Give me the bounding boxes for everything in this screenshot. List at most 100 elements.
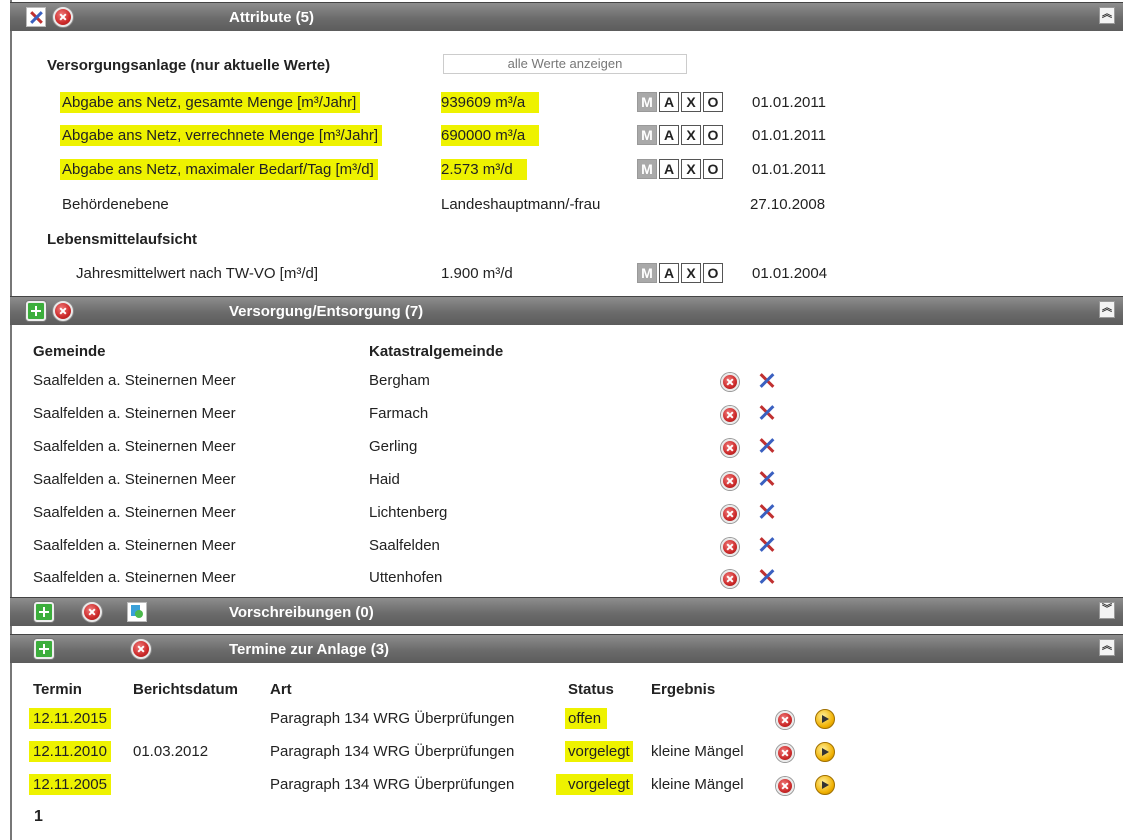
tools-icon[interactable] xyxy=(26,7,46,27)
delete-icon[interactable] xyxy=(53,7,73,27)
table-cell-termin: 12.11.2015 xyxy=(29,708,111,729)
versorgung-header-bar: Versorgung/Entsorgung (7) ︽ xyxy=(10,296,1123,325)
table-cell-gemeinde: Saalfelden a. Steinernen Meer xyxy=(33,438,236,455)
delete-icon[interactable] xyxy=(721,406,739,424)
delete-icon[interactable] xyxy=(721,472,739,490)
maxo-a-button[interactable]: A xyxy=(659,92,679,112)
add-icon[interactable] xyxy=(26,301,46,321)
table-cell-art: Paragraph 134 WRG Überprüfungen xyxy=(270,710,515,727)
maxo-x-button[interactable]: X xyxy=(681,125,701,145)
table-cell-ergebnis: kleine Mängel xyxy=(651,776,744,793)
tools-icon[interactable] xyxy=(757,502,777,522)
maxo-x-button[interactable]: X xyxy=(681,92,701,112)
delete-icon[interactable] xyxy=(721,373,739,391)
table-cell-gemeinde: Saalfelden a. Steinernen Meer xyxy=(33,537,236,554)
column-header-berichtsdatum: Berichtsdatum xyxy=(133,681,239,698)
attribute-value: Landeshauptmann/-frau xyxy=(441,196,601,213)
table-cell-katastralgemeinde: Uttenhofen xyxy=(369,569,443,586)
maxo-o-button[interactable]: O xyxy=(703,159,723,179)
maxo-o-button[interactable]: O xyxy=(703,92,723,112)
delete-icon[interactable] xyxy=(82,602,102,622)
column-header-termin: Termin xyxy=(33,681,82,698)
delete-icon[interactable] xyxy=(776,777,794,795)
attribute-date: 01.01.2004 xyxy=(752,265,828,282)
attribute-header-bar: Attribute (5) ︽ xyxy=(10,2,1123,31)
column-header-art: Art xyxy=(270,681,292,698)
attribute-title: Attribute (5) xyxy=(229,9,314,26)
table-cell-gemeinde: Saalfelden a. Steinernen Meer xyxy=(33,372,236,389)
add-icon[interactable] xyxy=(34,602,54,622)
maxo-m-button[interactable]: M xyxy=(637,159,657,179)
delete-icon[interactable] xyxy=(721,439,739,457)
attribute-date: 27.10.2008 xyxy=(750,196,826,213)
group-title-lebensmittelaufsicht: Lebensmittelaufsicht xyxy=(47,231,198,248)
table-cell-status: vorgelegt xyxy=(556,774,633,795)
table-cell-katastralgemeinde: Lichtenberg xyxy=(369,504,448,521)
table-cell-gemeinde: Saalfelden a. Steinernen Meer xyxy=(33,569,236,586)
vorschreibungen-header-bar: Vorschreibungen (0) ︾ xyxy=(10,597,1123,626)
delete-icon[interactable] xyxy=(53,301,73,321)
delete-icon[interactable] xyxy=(776,744,794,762)
tools-icon[interactable] xyxy=(757,469,777,489)
show-all-values-button[interactable]: alle Werte anzeigen xyxy=(443,54,687,74)
maxo-buttons: M A X O xyxy=(637,263,725,283)
chevron-double-down-icon[interactable]: ︾ xyxy=(1099,602,1115,619)
attribute-date: 01.01.2011 xyxy=(752,94,826,111)
attribute-label: Abgabe ans Netz, gesamte Menge [m³/Jahr] xyxy=(60,92,361,113)
maxo-a-button[interactable]: A xyxy=(659,263,679,283)
maxo-m-button[interactable]: M xyxy=(637,92,657,112)
group-title-versorgungsanlage: Versorgungsanlage (nur aktuelle Werte) xyxy=(47,57,331,74)
table-cell-gemeinde: Saalfelden a. Steinernen Meer xyxy=(33,405,236,422)
delete-icon[interactable] xyxy=(721,538,739,556)
attribute-label: Jahresmittelwert nach TW-VO [m³/d] xyxy=(76,265,319,282)
delete-icon[interactable] xyxy=(721,570,739,588)
delete-icon[interactable] xyxy=(721,505,739,523)
table-cell-status: vorgelegt xyxy=(565,741,633,762)
tools-icon[interactable] xyxy=(757,567,777,587)
copy-icon[interactable] xyxy=(127,602,147,622)
maxo-a-button[interactable]: A xyxy=(659,125,679,145)
table-cell-katastralgemeinde: Bergham xyxy=(369,372,430,389)
table-cell-ergebnis: kleine Mängel xyxy=(651,743,744,760)
table-cell-art: Paragraph 134 WRG Überprüfungen xyxy=(270,743,515,760)
attribute-value: 1.900 m³/d xyxy=(441,265,513,282)
tools-icon[interactable] xyxy=(757,371,777,391)
termine-title: Termine zur Anlage (3) xyxy=(229,641,390,658)
attribute-value: 690000 m³/a xyxy=(441,125,540,146)
column-header-katastralgemeinde: Katastralgemeinde xyxy=(369,343,504,360)
attribute-date: 01.01.2011 xyxy=(752,161,826,178)
chevron-double-up-icon[interactable]: ︽ xyxy=(1099,301,1115,318)
tools-icon[interactable] xyxy=(757,403,777,423)
table-cell-katastralgemeinde: Haid xyxy=(369,471,400,488)
attribute-label: Abgabe ans Netz, maximaler Bedarf/Tag [m… xyxy=(60,159,378,180)
maxo-buttons: M A X O xyxy=(637,125,725,145)
column-header-status: Status xyxy=(568,681,614,698)
maxo-x-button[interactable]: X xyxy=(681,263,701,283)
column-header-ergebnis: Ergebnis xyxy=(651,681,716,698)
maxo-o-button[interactable]: O xyxy=(703,263,723,283)
maxo-buttons: M A X O xyxy=(637,159,725,179)
add-icon[interactable] xyxy=(34,639,54,659)
delete-icon[interactable] xyxy=(776,711,794,729)
versorgung-title: Versorgung/Entsorgung (7) xyxy=(229,303,424,320)
pagination-page[interactable]: 1 xyxy=(34,808,43,826)
maxo-m-button[interactable]: M xyxy=(637,263,657,283)
tools-icon[interactable] xyxy=(757,436,777,456)
table-cell-art: Paragraph 134 WRG Überprüfungen xyxy=(270,776,515,793)
maxo-m-button[interactable]: M xyxy=(637,125,657,145)
arrow-right-icon[interactable] xyxy=(815,709,835,729)
arrow-right-icon[interactable] xyxy=(815,742,835,762)
delete-icon[interactable] xyxy=(131,639,151,659)
tools-icon[interactable] xyxy=(757,535,777,555)
table-cell-katastralgemeinde: Farmach xyxy=(369,405,429,422)
attribute-label: Behördenebene xyxy=(62,196,169,213)
maxo-x-button[interactable]: X xyxy=(681,159,701,179)
table-cell-gemeinde: Saalfelden a. Steinernen Meer xyxy=(33,471,236,488)
maxo-buttons: M A X O xyxy=(637,92,725,112)
chevron-double-up-icon[interactable]: ︽ xyxy=(1099,7,1115,24)
termine-header-bar: Termine zur Anlage (3) ︽ xyxy=(10,634,1123,663)
maxo-a-button[interactable]: A xyxy=(659,159,679,179)
chevron-double-up-icon[interactable]: ︽ xyxy=(1099,639,1115,656)
arrow-right-icon[interactable] xyxy=(815,775,835,795)
maxo-o-button[interactable]: O xyxy=(703,125,723,145)
